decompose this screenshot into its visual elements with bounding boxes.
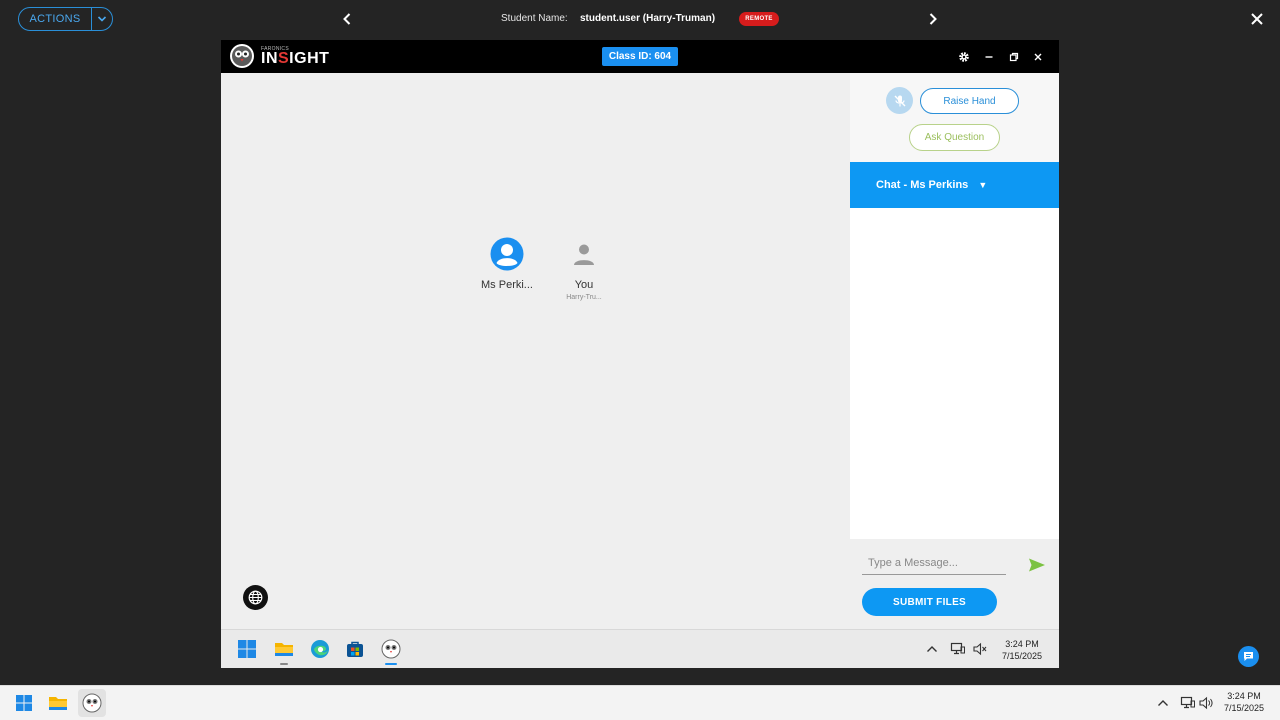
chevron-up-icon[interactable] <box>1152 692 1174 714</box>
insight-owl-icon[interactable] <box>380 638 402 660</box>
ask-question-button[interactable]: Ask Question <box>909 124 1000 151</box>
gear-icon[interactable] <box>956 49 972 65</box>
file-explorer-icon[interactable] <box>273 638 295 660</box>
student-name-label: Student Name: <box>501 13 568 24</box>
windows-start-icon[interactable] <box>236 638 258 660</box>
chat-title: Chat - Ms Perkins <box>876 179 969 191</box>
raise-hand-button[interactable]: Raise Hand <box>920 88 1019 114</box>
insight-window: FARONICS INSIGHT Class ID: 604 Ms Perki.… <box>221 40 1059 668</box>
participants-area: Ms Perki... You Harry-Tru... <box>221 73 850 629</box>
close-icon[interactable] <box>1249 11 1265 27</box>
chevron-up-icon[interactable] <box>921 638 943 660</box>
file-explorer-icon[interactable] <box>47 692 69 714</box>
owl-logo-icon <box>230 44 254 68</box>
host-taskbar: 3:24 PM 7/15/2025 <box>0 685 1280 720</box>
logo-main-text: INSIGHT <box>261 50 330 67</box>
clock-date: 7/15/2025 <box>1001 651 1043 661</box>
chat-selector[interactable]: Chat - Ms Perkins ▼ <box>850 162 1059 208</box>
participant-name: You <box>574 279 594 291</box>
restore-icon[interactable] <box>1006 49 1022 65</box>
chat-bubble-icon[interactable] <box>1238 646 1259 667</box>
mic-muted-icon[interactable] <box>886 87 913 114</box>
actions-label: ACTIONS <box>29 13 81 25</box>
clock-time: 3:24 PM <box>1005 639 1039 649</box>
message-input[interactable] <box>862 551 1006 575</box>
clock-date: 7/15/2025 <box>1223 703 1265 713</box>
participant-teacher[interactable]: Ms Perki... <box>472 237 542 291</box>
taskbar-clock[interactable]: 3:24 PM 7/15/2025 <box>998 638 1046 662</box>
globe-icon[interactable] <box>243 585 268 610</box>
active-indicator <box>280 663 288 665</box>
user-avatar-icon <box>574 244 594 265</box>
remote-control-bar: ACTIONS Student Name: student.user (Harr… <box>0 0 1280 38</box>
network-icon[interactable] <box>947 638 969 660</box>
side-panel-actions: Raise Hand Ask Question <box>850 73 1059 162</box>
insight-owl-icon[interactable] <box>78 689 106 717</box>
volume-muted-icon[interactable] <box>969 638 991 660</box>
clock-time: 3:24 PM <box>1227 691 1261 701</box>
active-indicator <box>385 663 397 665</box>
actions-button[interactable]: ACTIONS <box>18 7 113 31</box>
minimize-icon[interactable] <box>981 49 997 65</box>
side-panel: Raise Hand Ask Question Chat - Ms Perkin… <box>850 73 1059 629</box>
edge-browser-icon[interactable] <box>309 638 331 660</box>
store-icon[interactable] <box>344 638 366 660</box>
remote-badge: REMOTE <box>739 12 779 26</box>
insight-logo: FARONICS INSIGHT <box>229 43 329 69</box>
teacher-avatar-icon <box>490 237 524 271</box>
volume-icon[interactable] <box>1195 692 1217 714</box>
submit-files-button[interactable]: SUBMIT FILES <box>862 588 997 616</box>
app-titlebar: FARONICS INSIGHT Class ID: 604 <box>221 40 1059 73</box>
chat-messages <box>850 208 1059 539</box>
send-icon[interactable] <box>1027 557 1047 573</box>
previous-student-arrow-icon[interactable] <box>340 9 354 29</box>
window-close-icon[interactable] <box>1030 49 1046 65</box>
next-student-arrow-icon[interactable] <box>926 9 940 29</box>
taskbar-clock[interactable]: 3:24 PM 7/15/2025 <box>1218 690 1270 714</box>
class-id-badge: Class ID: 604 <box>602 47 678 66</box>
participant-name: Ms Perki... <box>481 279 533 291</box>
student-name-value: student.user (Harry-Truman) <box>580 13 716 24</box>
caret-down-icon: ▼ <box>978 180 988 190</box>
chevron-down-icon[interactable] <box>92 15 112 23</box>
participant-subname: Harry-Tru... <box>566 294 602 301</box>
participant-self[interactable]: You Harry-Tru... <box>549 237 619 301</box>
remote-taskbar: 3:24 PM 7/15/2025 <box>221 629 1059 668</box>
chat-compose: SUBMIT FILES <box>850 539 1059 629</box>
windows-start-icon[interactable] <box>13 692 35 714</box>
